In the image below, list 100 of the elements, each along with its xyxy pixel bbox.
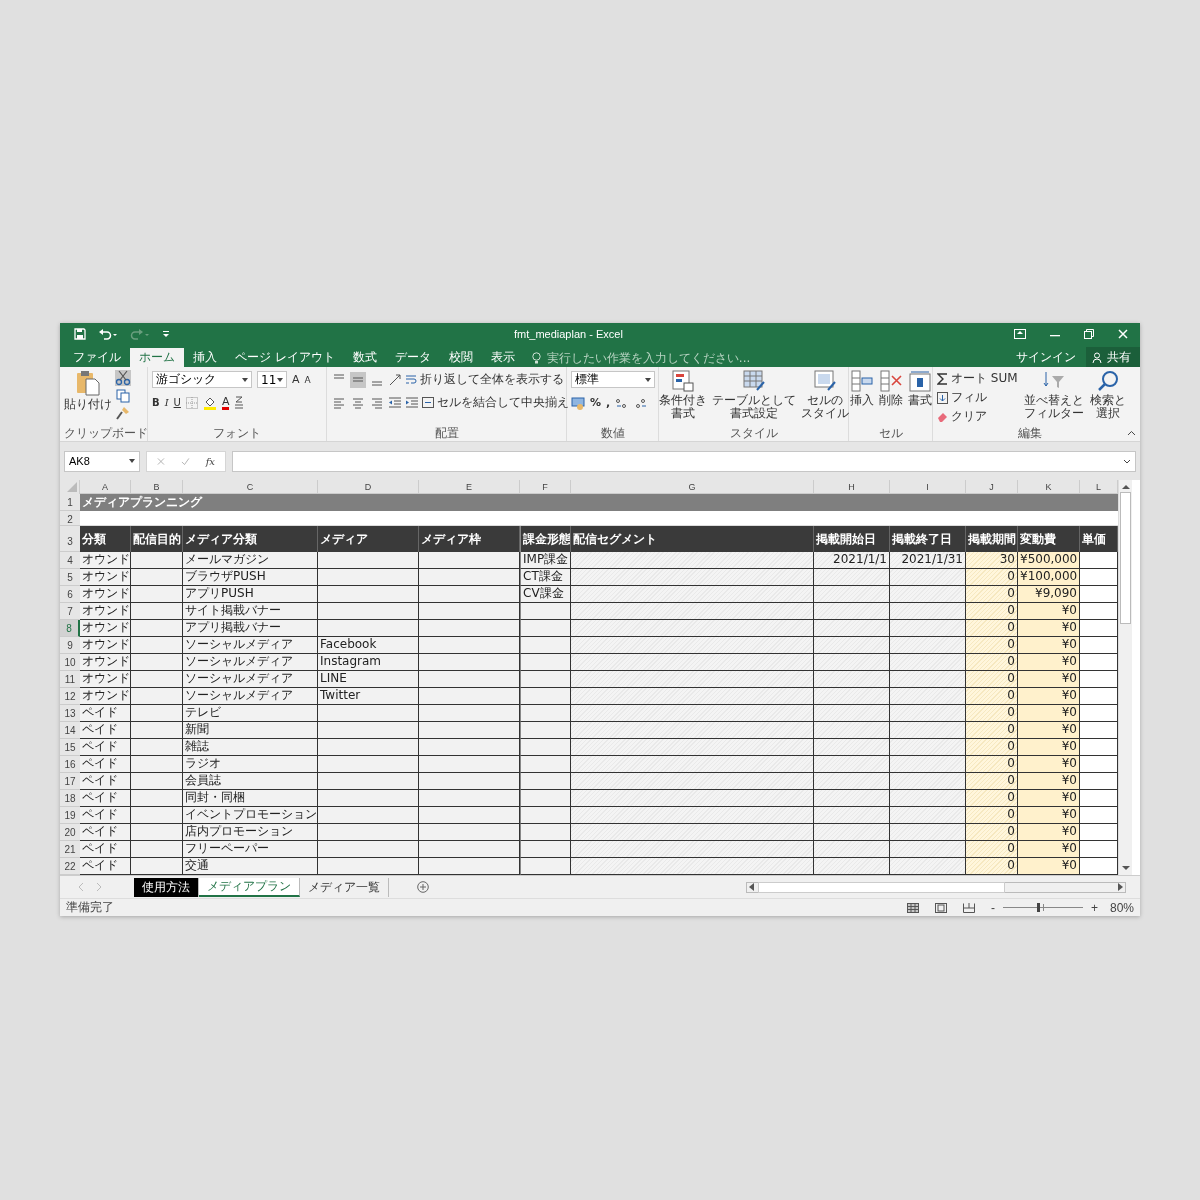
decrease-decimal-icon[interactable] <box>634 396 649 409</box>
tell-me-field[interactable]: 実行したい作業を入力してください... <box>531 348 799 367</box>
ribbon-tab[interactable]: 数式 <box>343 348 386 367</box>
row-header[interactable]: 18 <box>60 790 80 807</box>
style-button[interactable]: テーブルとして 書式設定 <box>711 370 796 420</box>
column-header[interactable]: G <box>571 480 814 494</box>
row-header[interactable]: 16 <box>60 756 80 773</box>
page-break-icon[interactable] <box>962 902 975 913</box>
cells-button[interactable]: 書式 <box>907 370 932 407</box>
zoom-out-button[interactable]: - <box>988 900 997 915</box>
close-icon[interactable] <box>1118 329 1128 339</box>
ribbon-tab[interactable]: ホーム <box>130 348 184 367</box>
name-box[interactable]: AK8 <box>64 450 140 472</box>
row-header[interactable]: 10 <box>60 654 80 671</box>
zoom-in-button[interactable]: + <box>1088 900 1100 915</box>
share-button[interactable]: 共有 <box>1086 347 1140 367</box>
find-select-button[interactable]: 検索と 選択 <box>1089 370 1126 420</box>
ribbon-tab[interactable]: 表示 <box>481 348 524 367</box>
grow-font-button[interactable]: A <box>292 373 300 386</box>
column-header[interactable]: K <box>1018 480 1080 494</box>
customize-icon[interactable] <box>162 330 170 338</box>
row-header[interactable]: 1 <box>60 494 80 511</box>
increase-indent-icon[interactable] <box>405 395 420 410</box>
fill-button[interactable]: フィル <box>937 389 988 406</box>
vertical-scrollbar[interactable] <box>1118 480 1132 875</box>
row-header[interactable]: 17 <box>60 773 80 790</box>
column-header[interactable]: A <box>80 480 131 494</box>
format-painter-icon[interactable] <box>116 406 130 420</box>
row-header[interactable]: 22 <box>60 858 80 875</box>
phonetic-icon[interactable] <box>234 395 245 410</box>
column-header[interactable]: B <box>131 480 183 494</box>
column-header[interactable]: L <box>1080 480 1118 494</box>
decrease-indent-icon[interactable] <box>388 395 403 410</box>
sheet-tab[interactable]: メディア一覧 <box>300 877 389 897</box>
percent-button[interactable]: % <box>590 396 602 409</box>
normal-view-icon[interactable] <box>906 902 919 913</box>
sheet-tab[interactable]: メディアプラン <box>199 877 300 897</box>
add-sheet-icon[interactable] <box>417 881 429 893</box>
row-header[interactable]: 11 <box>60 671 80 688</box>
row-header[interactable]: 21 <box>60 841 80 858</box>
autosum-button[interactable]: オート SUM <box>937 370 1018 387</box>
cells-button[interactable]: 削除 <box>878 370 903 407</box>
merge-center-button[interactable]: セルを結合して中央揃え <box>422 394 570 411</box>
check-icon[interactable] <box>180 456 190 466</box>
insert-function-button[interactable]: fx <box>205 455 215 467</box>
row-header[interactable]: 2 <box>60 511 80 526</box>
paste-button[interactable]: 貼り付け <box>64 370 112 411</box>
italic-button[interactable]: I <box>164 397 169 408</box>
formula-field[interactable] <box>232 450 1136 472</box>
row-header[interactable]: 5 <box>60 569 80 586</box>
ribbon-tab[interactable]: 校閲 <box>439 348 482 367</box>
page-layout-icon[interactable] <box>934 902 947 913</box>
orientation-icon[interactable] <box>388 372 403 387</box>
ribbon-tab[interactable]: データ <box>385 348 440 367</box>
fill-color-icon[interactable] <box>202 395 217 410</box>
style-button[interactable]: 条件付き 書式 <box>658 370 707 420</box>
row-header[interactable]: 19 <box>60 807 80 824</box>
column-header[interactable]: F <box>520 480 571 494</box>
ribbon-tab[interactable]: 挿入 <box>184 348 226 367</box>
expand-icon[interactable] <box>1123 458 1131 464</box>
ribbon-tab[interactable]: ページ レイアウト <box>226 348 344 367</box>
column-header[interactable]: H <box>814 480 890 494</box>
column-header[interactable]: I <box>890 480 966 494</box>
horizontal-scrollbar[interactable] <box>746 881 1126 893</box>
scroll-right-icon[interactable] <box>1118 883 1123 891</box>
vertical-align-icon[interactable] <box>350 371 367 388</box>
clear-button[interactable]: クリア <box>937 408 988 425</box>
collapse-ribbon-icon[interactable] <box>1127 430 1136 436</box>
currency-icon[interactable] <box>571 395 586 410</box>
zoom-level[interactable]: 80% <box>1109 900 1134 915</box>
sheet-tab[interactable]: 使用方法 <box>134 877 199 897</box>
shrink-font-button[interactable]: A <box>304 374 311 385</box>
comma-button[interactable]: , <box>606 396 611 409</box>
style-button[interactable]: セルの スタイル <box>800 370 849 420</box>
row-header[interactable]: 9 <box>60 637 80 654</box>
scroll-down-icon[interactable] <box>1121 866 1130 871</box>
ribbon-display-icon[interactable] <box>1014 329 1026 339</box>
column-header[interactable]: C <box>183 480 318 494</box>
row-header[interactable]: 7 <box>60 603 80 620</box>
column-header[interactable]: D <box>318 480 419 494</box>
wrap-text-button[interactable]: 折り返して全体を表示する <box>405 371 565 388</box>
row-header[interactable]: 20 <box>60 824 80 841</box>
row-header[interactable]: 14 <box>60 722 80 739</box>
restore-icon[interactable] <box>1084 329 1094 339</box>
row-header[interactable]: 12 <box>60 688 80 705</box>
cells-button[interactable]: 挿入 <box>849 370 874 407</box>
font-color-button[interactable]: A <box>221 395 230 410</box>
number-format-field[interactable]: 標準 <box>571 371 656 388</box>
bold-button[interactable]: B <box>152 397 160 408</box>
scroll-up-icon[interactable] <box>1121 484 1130 489</box>
ribbon-tab[interactable]: ファイル <box>64 348 130 367</box>
copy-icon[interactable] <box>116 389 130 403</box>
row-header[interactable]: 3 <box>60 526 80 552</box>
column-header[interactable]: E <box>419 480 520 494</box>
save-icon[interactable] <box>74 328 86 340</box>
row-header[interactable]: 13 <box>60 705 80 722</box>
row-header[interactable]: 4 <box>60 552 80 569</box>
font-size-field[interactable]: 11 <box>257 371 287 388</box>
row-header[interactable]: 6 <box>60 586 80 603</box>
underline-button[interactable]: U <box>173 397 181 408</box>
